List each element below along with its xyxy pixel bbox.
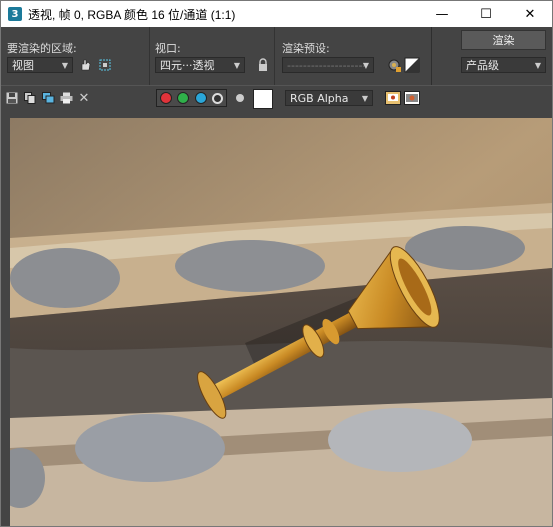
- window-title: 透视, 帧 0, RGBA 颜色 16 位/通道 (1:1): [28, 7, 236, 22]
- chevron-down-icon: ▼: [361, 94, 368, 103]
- 3dsmax-app-icon: 3: [8, 7, 22, 21]
- clone-window-icon[interactable]: [41, 91, 55, 105]
- viewport-label: 视口:: [155, 42, 181, 55]
- toggle-ui-overlay-icon[interactable]: [385, 90, 401, 106]
- green-channel-toggle[interactable]: [177, 92, 190, 104]
- print-image-icon[interactable]: [59, 91, 73, 105]
- red-channel-toggle[interactable]: [159, 92, 172, 104]
- display-channel-dropdown[interactable]: RGB Alpha ▼: [285, 90, 373, 106]
- viewport-value: 四元···透视: [160, 59, 215, 72]
- blue-channel-toggle[interactable]: [194, 92, 207, 104]
- edit-region-icon[interactable]: [78, 57, 94, 73]
- close-button[interactable]: ✕: [508, 1, 552, 27]
- chevron-down-icon: ▼: [362, 61, 369, 70]
- render-button[interactable]: 渲染: [461, 30, 546, 50]
- render-preset-label: 渲染预设:: [282, 42, 330, 55]
- rendered-image: [10, 118, 552, 526]
- area-to-render-value: 视图: [12, 59, 34, 72]
- render-settings-panel: 要渲染的区域: 视图 ▼ 视口: 四元···透视 ▼ 渲染预设: -------…: [1, 27, 552, 85]
- title-bar: 3 透视, 帧 0, RGBA 颜色 16 位/通道 (1:1) — ☐ ✕: [1, 1, 552, 27]
- render-setup-icon[interactable]: [386, 57, 402, 73]
- clear-color-swatch[interactable]: [253, 89, 273, 109]
- chevron-down-icon: ▼: [61, 61, 68, 70]
- monochrome-icon[interactable]: [233, 91, 247, 105]
- rendered-frame-window: 3 透视, 帧 0, RGBA 颜色 16 位/通道 (1:1) — ☐ ✕ 要…: [0, 0, 553, 527]
- environment-effects-icon[interactable]: [404, 57, 420, 73]
- chevron-down-icon: ▼: [233, 61, 240, 70]
- save-image-icon[interactable]: [5, 91, 19, 105]
- copy-image-icon[interactable]: [23, 91, 37, 105]
- rendered-image-viewport[interactable]: [10, 118, 552, 526]
- toggle-ui-icon[interactable]: [404, 90, 420, 106]
- frame-toolbar: ✕ RGB Alpha ▼: [1, 85, 552, 112]
- chevron-down-icon: ▼: [534, 61, 541, 70]
- divider: [431, 27, 432, 85]
- render-preset-dropdown[interactable]: -------------------- ▼: [282, 57, 374, 73]
- render-quality-dropdown[interactable]: 产品级 ▼: [461, 57, 546, 73]
- divider: [274, 27, 275, 85]
- lock-icon[interactable]: [255, 57, 271, 73]
- render-preset-value: --------------------: [287, 59, 367, 72]
- alpha-channel-toggle[interactable]: [212, 92, 224, 104]
- viewport-dropdown[interactable]: 四元···透视 ▼: [155, 57, 245, 73]
- area-to-render-dropdown[interactable]: 视图 ▼: [7, 57, 73, 73]
- divider: [149, 27, 150, 85]
- auto-region-icon[interactable]: [97, 57, 113, 73]
- display-channel-value: RGB Alpha: [290, 92, 349, 105]
- minimize-button[interactable]: —: [420, 1, 464, 27]
- clear-icon[interactable]: ✕: [77, 91, 91, 106]
- channel-toggles: [156, 89, 227, 107]
- render-quality-value: 产品级: [466, 59, 499, 72]
- maximize-button[interactable]: ☐: [464, 1, 508, 27]
- area-to-render-label: 要渲染的区域:: [7, 42, 77, 55]
